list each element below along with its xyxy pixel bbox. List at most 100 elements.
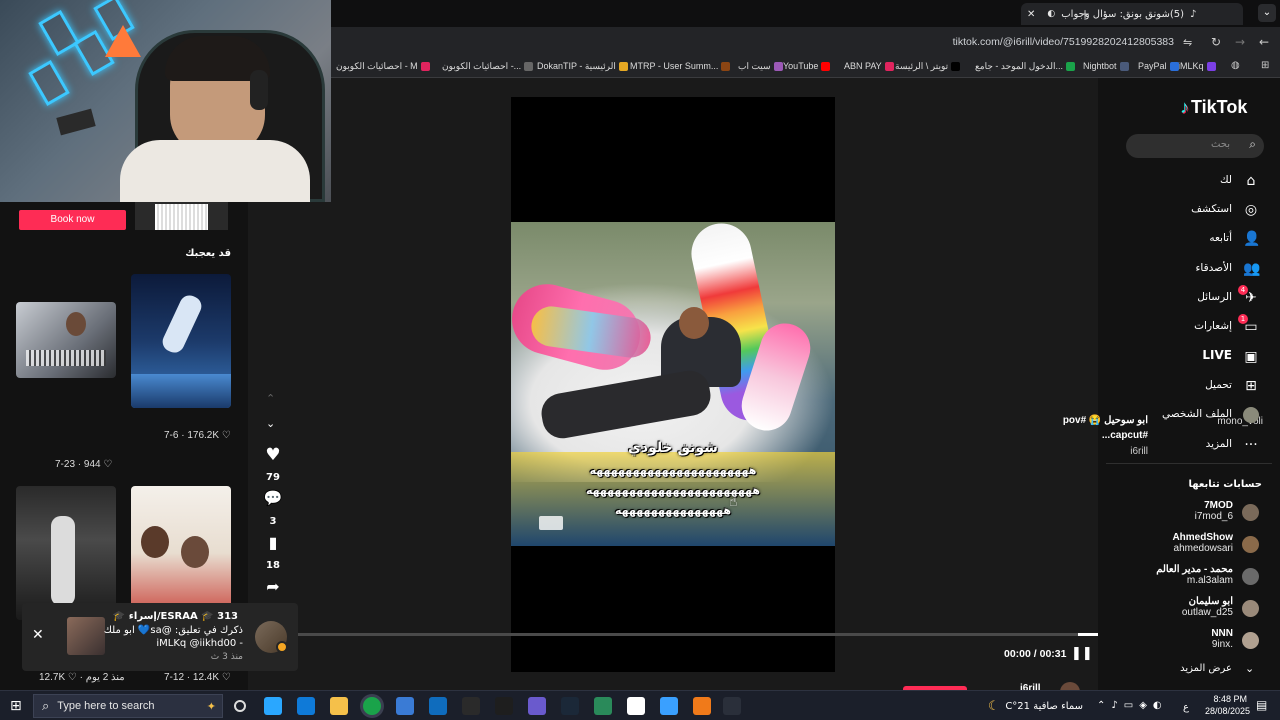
input-language[interactable]: ع bbox=[1183, 702, 1189, 713]
account-avatar[interactable] bbox=[1242, 568, 1259, 585]
search-input[interactable]: بحث ⌕ bbox=[1126, 134, 1264, 158]
weather-text[interactable]: سماء صافية 21°C bbox=[1005, 701, 1083, 712]
back-icon[interactable]: ← bbox=[1259, 35, 1269, 49]
taskbar-search[interactable]: ⌕ Type here to search ✦ bbox=[33, 694, 223, 718]
bookmark-item[interactable]: Nightbot bbox=[1083, 61, 1129, 71]
previous-video-icon[interactable]: ⌃ bbox=[266, 392, 275, 405]
notification-toast[interactable]: ✕ 313 🎓 ESRAA/إسراء 🎓 ذكرك في تعليق: @sa… bbox=[22, 603, 298, 671]
tray-icons[interactable]: ⌃♪▭◈◐ bbox=[1097, 700, 1168, 711]
sidebar-item-label[interactable]: الرسائل bbox=[1197, 291, 1232, 303]
notification-center-icon[interactable]: ▤ bbox=[1256, 698, 1267, 712]
bookmark-item[interactable]: سيت اب bbox=[738, 61, 783, 72]
bookmark-item[interactable]: الدخول الموحد - جامع... bbox=[975, 61, 1076, 72]
bookmark-item[interactable]: ABN PAY bbox=[844, 61, 894, 71]
sidebar-item-label[interactable]: لك bbox=[1220, 174, 1232, 186]
ad-banner[interactable] bbox=[135, 202, 228, 230]
sidebar-item-label[interactable]: إشعارات bbox=[1194, 320, 1232, 332]
tab-close-icon[interactable]: ✕ bbox=[1027, 9, 1035, 20]
bookmark-item[interactable]: PayPal bbox=[1138, 61, 1179, 71]
following-icon[interactable]: 👤 bbox=[1243, 231, 1260, 247]
capcut-icon[interactable] bbox=[495, 697, 513, 715]
sidebar-item-label[interactable]: LIVE bbox=[1202, 348, 1232, 362]
terminal-icon[interactable] bbox=[723, 697, 741, 715]
bookmark-item[interactable]: تويتر \ الرئيسة bbox=[895, 61, 961, 72]
thumbnail-3[interactable] bbox=[16, 486, 116, 620]
profile-avatar-icon[interactable] bbox=[1243, 407, 1259, 423]
clock-time[interactable]: 8:48 PM bbox=[1205, 694, 1247, 704]
bookmark-item[interactable]: DokanTIP - الرئيسية bbox=[537, 61, 628, 72]
live-icon[interactable]: ▣ bbox=[1243, 349, 1259, 365]
bookmark-item[interactable]: احصائيات الكوبون - M bbox=[336, 61, 430, 72]
mail-icon[interactable] bbox=[429, 697, 447, 715]
item-1-author[interactable]: i6rill bbox=[1130, 446, 1148, 457]
reload-icon[interactable]: ↻ bbox=[1211, 35, 1221, 49]
screen-icon[interactable] bbox=[660, 697, 678, 715]
sidebar-item-label[interactable]: المزيد bbox=[1206, 438, 1232, 450]
more-icon[interactable]: ··· bbox=[1243, 437, 1259, 453]
sidebar-item-label[interactable]: استكشف bbox=[1191, 203, 1232, 215]
windows-start-icon[interactable]: ⊞ bbox=[10, 698, 22, 714]
edge-icon[interactable] bbox=[297, 697, 315, 715]
clock-date[interactable]: 28/08/2025 bbox=[1195, 706, 1250, 716]
sidebar-item-label[interactable]: أتابعه bbox=[1209, 232, 1232, 244]
forward-icon[interactable]: → bbox=[1235, 35, 1245, 49]
item-1-caption-2[interactable]: #capcut... bbox=[1102, 430, 1148, 441]
friends-icon[interactable]: 👥 bbox=[1243, 261, 1260, 277]
share-icon[interactable]: ➦ bbox=[262, 577, 284, 596]
book-now-button[interactable]: Book now bbox=[19, 210, 126, 230]
notepad-icon[interactable] bbox=[627, 697, 645, 715]
thumbnail-1[interactable] bbox=[16, 302, 116, 378]
bookmark-icon[interactable]: ▮ bbox=[262, 533, 284, 552]
sidebar-item-label[interactable]: الأصدقاء bbox=[1196, 262, 1233, 274]
thumbnail-4[interactable] bbox=[131, 486, 231, 620]
following-account[interactable]: NNN 9inx. bbox=[1211, 628, 1233, 650]
following-account[interactable]: محمد - مدير العالم m.al3alam bbox=[1156, 564, 1233, 586]
chevron-down-icon[interactable]: ⌄ bbox=[1245, 662, 1254, 675]
tab-search-button[interactable]: ⌄ bbox=[1258, 4, 1276, 22]
following-account[interactable]: AhmedShow ahmedowsari bbox=[1172, 532, 1233, 554]
comment-icon[interactable]: 💬 bbox=[262, 489, 284, 507]
apps-icon[interactable]: ⊞ bbox=[1261, 60, 1269, 71]
following-account[interactable]: 7MOD i7mod_6 bbox=[1195, 500, 1233, 522]
task-view-icon[interactable] bbox=[234, 700, 246, 712]
bookmark-item[interactable]: iMLKq bbox=[1178, 61, 1216, 71]
pause-icon[interactable]: ❚❚ bbox=[1071, 646, 1093, 661]
tiktok-logo[interactable]: ♪ TikTok bbox=[1180, 97, 1247, 118]
site-settings-icon[interactable]: ⇋ bbox=[1183, 36, 1192, 49]
like-icon[interactable]: ♥ bbox=[262, 445, 284, 465]
thumbnail-2[interactable] bbox=[131, 274, 231, 408]
sidebar-item-label[interactable]: الملف الشخصي bbox=[1162, 408, 1232, 420]
account-avatar[interactable] bbox=[1242, 600, 1259, 617]
following-account[interactable]: ابو سليمان outlaw_d25 bbox=[1182, 596, 1233, 618]
copilot-icon[interactable] bbox=[264, 697, 282, 715]
account-avatar[interactable] bbox=[1242, 536, 1259, 553]
obs-icon[interactable] bbox=[462, 697, 480, 715]
video-frame[interactable]: شونق خلودي ههههههههههههههههههههههه ههههه… bbox=[511, 222, 835, 546]
next-video-icon[interactable]: ⌄ bbox=[266, 417, 275, 430]
url-field[interactable]: tiktok.com/@i6rill/video/751992820241280… bbox=[953, 36, 1174, 48]
new-tab-button[interactable]: + bbox=[1080, 7, 1090, 21]
store-icon[interactable] bbox=[396, 697, 414, 715]
vlc-icon[interactable] bbox=[693, 697, 711, 715]
discord-icon[interactable] bbox=[528, 697, 546, 715]
item-1-caption[interactable]: ابو سوحيل 😭 #pov bbox=[1063, 415, 1148, 426]
sidebar-item-label[interactable]: تحميل bbox=[1205, 379, 1232, 391]
account-avatar[interactable] bbox=[1242, 504, 1259, 521]
compass-icon[interactable]: ◎ bbox=[1243, 202, 1259, 218]
bookmark-item[interactable]: احصائيات الكوبون -... bbox=[442, 61, 534, 72]
progress-track[interactable] bbox=[298, 633, 1098, 636]
account-avatar[interactable] bbox=[1242, 632, 1259, 649]
globe-icon[interactable]: ◍ bbox=[1231, 60, 1240, 71]
chrome-icon[interactable] bbox=[363, 697, 381, 715]
see-more-link[interactable]: عرض المزيد bbox=[1180, 663, 1232, 674]
bookmark-item[interactable]: YouTube bbox=[783, 61, 831, 71]
close-icon[interactable]: ✕ bbox=[32, 627, 44, 643]
steam-icon[interactable] bbox=[561, 697, 579, 715]
file-explorer-icon[interactable] bbox=[330, 697, 348, 715]
home-icon[interactable]: ⌂ bbox=[1243, 173, 1259, 189]
upload-icon[interactable]: ⊞ bbox=[1243, 378, 1259, 394]
bookmark-item[interactable]: MTRP - User Summ... bbox=[630, 61, 731, 71]
office-icon[interactable] bbox=[594, 697, 612, 715]
tab-active[interactable]: ♪ (5)شونق بونق: سؤال وجواب ◐ ✕ bbox=[1021, 3, 1243, 25]
search-icon[interactable]: ⌕ bbox=[1249, 137, 1256, 152]
